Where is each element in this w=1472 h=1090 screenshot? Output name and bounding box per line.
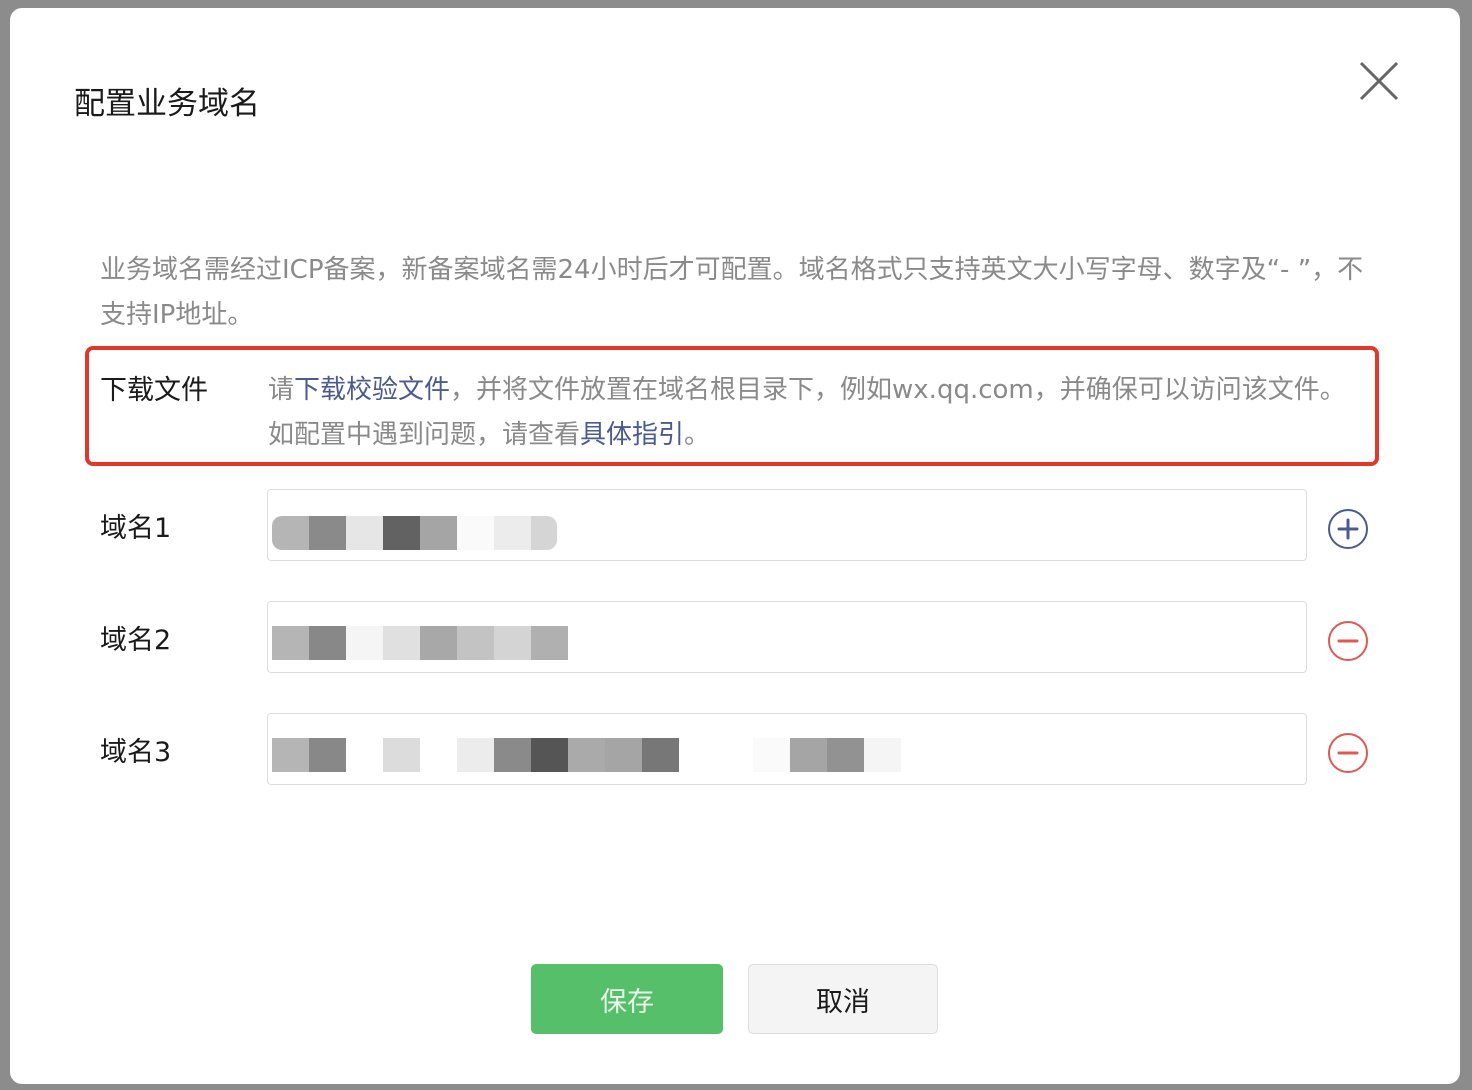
domain-1-label: 域名1 xyxy=(100,513,172,544)
download-text-3: 。 xyxy=(684,420,711,450)
close-icon[interactable] xyxy=(1358,60,1400,102)
download-file-label: 下载文件 xyxy=(100,375,208,406)
description-text: 业务域名需经过ICP备案，新备案域名需24小时后才可配置。域名格式只支持英文大小… xyxy=(100,255,1364,330)
remove-domain-icon[interactable] xyxy=(1328,621,1368,661)
save-button[interactable]: 保存 xyxy=(531,964,723,1034)
cancel-button[interactable]: 取消 xyxy=(748,964,938,1034)
blurred-value xyxy=(272,738,901,772)
blurred-value xyxy=(272,626,568,660)
domain-1-input[interactable] xyxy=(267,489,1307,561)
domain-3-input[interactable] xyxy=(267,713,1307,785)
domain-3-label: 域名3 xyxy=(100,737,172,768)
blurred-value xyxy=(272,516,557,550)
remove-domain-icon[interactable] xyxy=(1328,733,1368,773)
download-instructions: 请下载校验文件，并将文件放置在域名根目录下，例如wx.qq.com，并确保可以访… xyxy=(268,368,1368,458)
domain-2-label: 域名2 xyxy=(100,625,172,656)
guide-link[interactable]: 具体指引 xyxy=(580,420,684,450)
domain-2-input[interactable] xyxy=(267,601,1307,673)
download-text-1: 请 xyxy=(268,375,295,405)
dialog-title: 配置业务域名 xyxy=(74,86,260,122)
download-verify-file-link[interactable]: 下载校验文件 xyxy=(294,375,450,405)
add-domain-icon[interactable] xyxy=(1328,509,1368,549)
configure-domain-dialog: 配置业务域名 业务域名需经过ICP备案，新备案域名需24小时后才可配置。域名格式… xyxy=(10,8,1460,1084)
